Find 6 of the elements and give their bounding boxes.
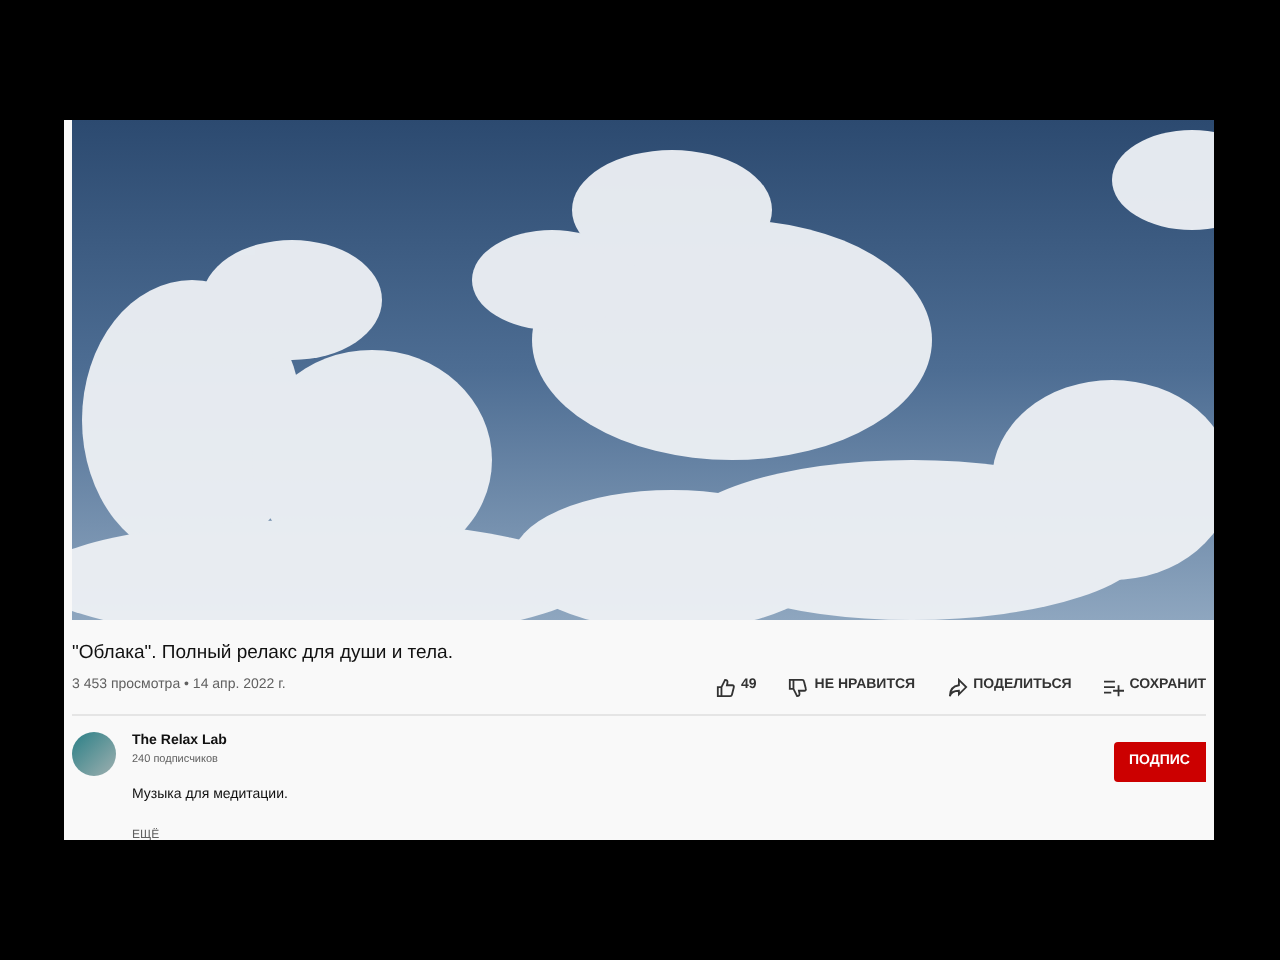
thumbs-up-icon (715, 677, 735, 697)
thumbs-down-icon (788, 677, 809, 697)
playlist-add-icon (1103, 677, 1124, 697)
share-arrow-icon (947, 677, 968, 697)
video-title: "Облака". Полный релакс для души и тела. (72, 640, 455, 668)
channel-avatar[interactable] (72, 731, 116, 776)
